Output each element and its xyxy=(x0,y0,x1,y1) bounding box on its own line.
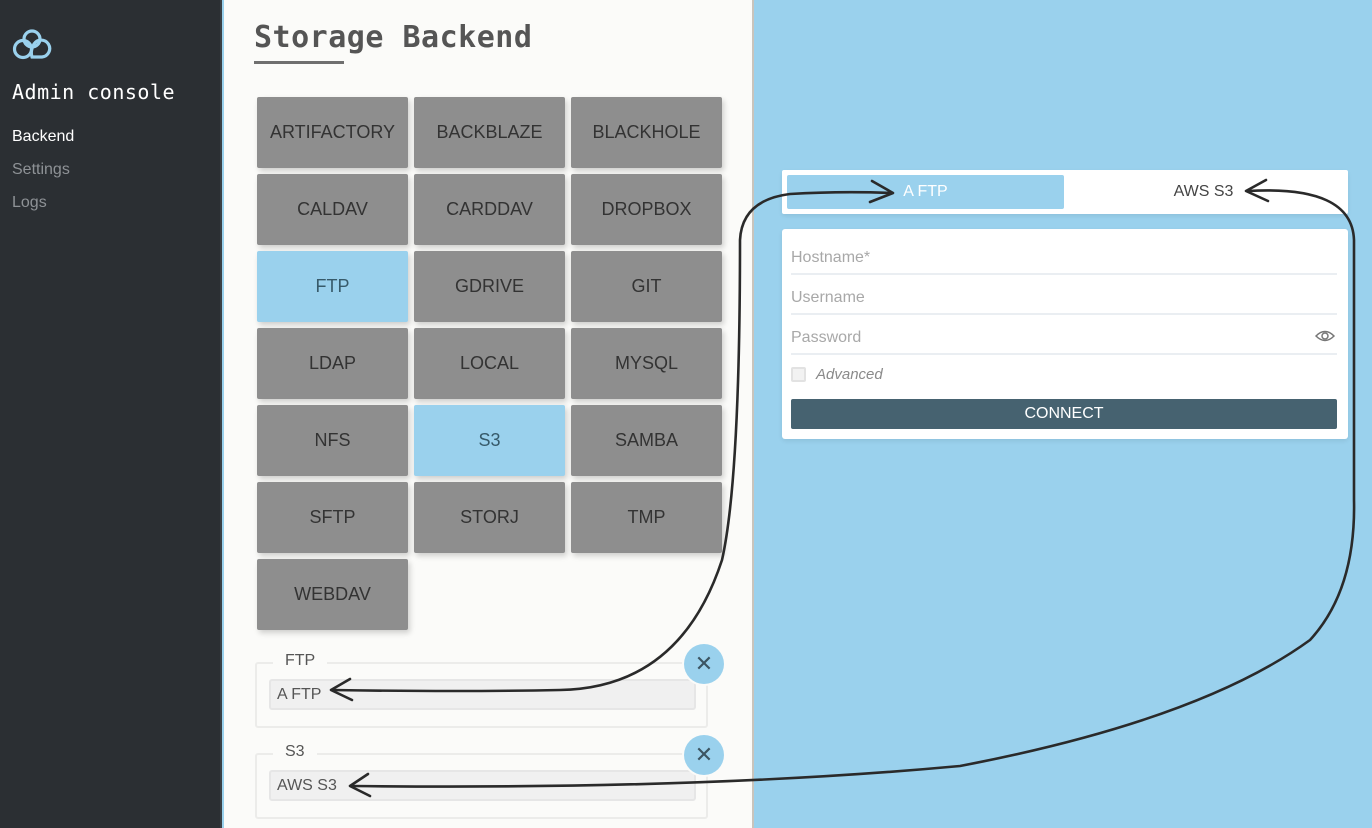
title-underline xyxy=(254,61,344,64)
tab-aws-s3[interactable]: AWS S3 xyxy=(1064,175,1343,209)
close-icon: ✕ xyxy=(694,742,714,767)
sidebar-nav: Backend Settings Logs xyxy=(12,127,74,226)
backend-tile-backblaze[interactable]: BACKBLAZE xyxy=(414,97,565,168)
backend-tile-samba[interactable]: SAMBA xyxy=(571,405,722,476)
close-icon: ✕ xyxy=(694,651,714,676)
sidebar-item-settings[interactable]: Settings xyxy=(12,160,74,193)
advanced-option: Advanced xyxy=(791,366,883,383)
backend-type-label: S3 xyxy=(273,743,317,761)
connect-button[interactable]: CONNECT xyxy=(791,399,1337,429)
backend-tile-tmp[interactable]: TMP xyxy=(571,482,722,553)
backend-tile-gdrive[interactable]: GDRIVE xyxy=(414,251,565,322)
remove-s3-button[interactable]: ✕ xyxy=(684,735,724,775)
advanced-label: Advanced xyxy=(816,366,883,383)
backend-tile-storj[interactable]: STORJ xyxy=(414,482,565,553)
configured-backend-s3: S3 AWS S3 xyxy=(255,743,708,819)
backend-tile-ftp[interactable]: FTP xyxy=(257,251,408,322)
backend-tile-webdav[interactable]: WEBDAV xyxy=(257,559,408,630)
tab-a-ftp[interactable]: A FTP xyxy=(787,175,1064,209)
backend-tile-nfs[interactable]: NFS xyxy=(257,405,408,476)
advanced-checkbox[interactable] xyxy=(791,367,806,382)
page-title: Storage Backend xyxy=(254,20,533,55)
eye-icon[interactable] xyxy=(1315,329,1335,343)
backend-tile-sftp[interactable]: SFTP xyxy=(257,482,408,553)
sidebar-item-logs[interactable]: Logs xyxy=(12,193,74,226)
backend-type-label: FTP xyxy=(273,652,328,670)
backend-tile-ldap[interactable]: LDAP xyxy=(257,328,408,399)
app-brand: Admin console xyxy=(12,80,176,104)
configured-backend-ftp: FTP A FTP xyxy=(255,652,708,728)
backend-tile-blackhole[interactable]: BLACKHOLE xyxy=(571,97,722,168)
backend-tile-mysql[interactable]: MYSQL xyxy=(571,328,722,399)
hostname-input[interactable]: Hostname* xyxy=(791,247,1337,275)
backend-tile-artifactory[interactable]: ARTIFACTORY xyxy=(257,97,408,168)
sidebar-item-backend[interactable]: Backend xyxy=(12,127,74,160)
backend-tile-dropbox[interactable]: DROPBOX xyxy=(571,174,722,245)
username-input[interactable]: Username xyxy=(791,287,1337,315)
main-panel: Storage Backend ARTIFACTORY BACKBLAZE BL… xyxy=(224,0,754,828)
backend-name-input[interactable]: A FTP xyxy=(269,679,696,710)
backend-name-input[interactable]: AWS S3 xyxy=(269,770,696,801)
backend-tile-local[interactable]: LOCAL xyxy=(414,328,565,399)
password-input[interactable]: Password xyxy=(791,327,1337,355)
connection-form: Hostname* Username Password Advanced CON… xyxy=(782,229,1348,439)
backend-tile-s3[interactable]: S3 xyxy=(414,405,565,476)
backend-tile-git[interactable]: GIT xyxy=(571,251,722,322)
remove-ftp-button[interactable]: ✕ xyxy=(684,644,724,684)
backend-tile-carddav[interactable]: CARDDAV xyxy=(414,174,565,245)
cloud-icon xyxy=(12,29,52,60)
backend-grid: ARTIFACTORY BACKBLAZE BLACKHOLE CALDAV C… xyxy=(257,97,727,630)
sidebar: Admin console Backend Settings Logs xyxy=(0,0,222,828)
connection-tabs: A FTP AWS S3 xyxy=(782,170,1348,214)
password-placeholder: Password xyxy=(791,329,862,346)
backend-tile-caldav[interactable]: CALDAV xyxy=(257,174,408,245)
